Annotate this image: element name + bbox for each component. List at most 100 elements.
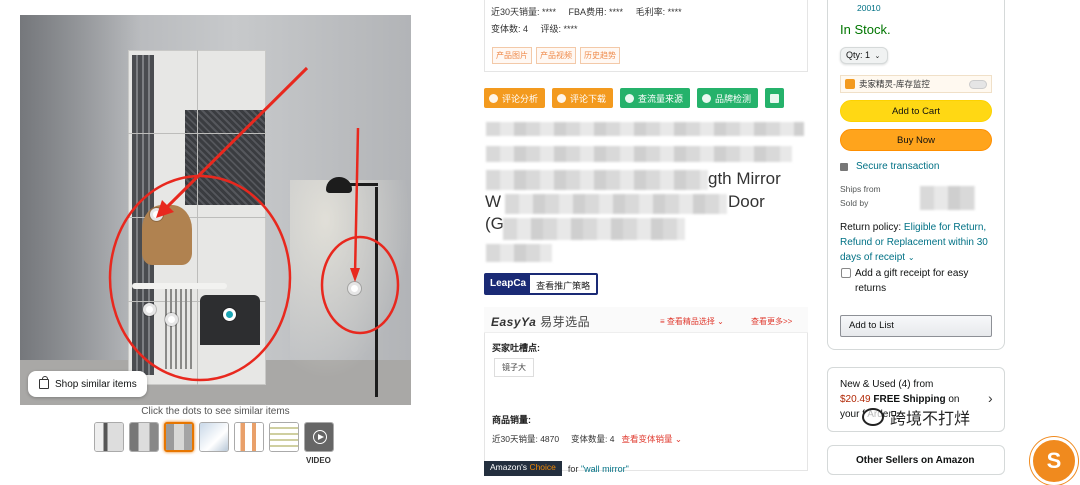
sales-title: 商品销量:: [492, 415, 531, 425]
variants-sales-link[interactable]: 查看变体销量 ⌄: [622, 434, 682, 444]
annotation-circle: [108, 174, 292, 382]
traffic-source-button[interactable]: 查流量来源: [620, 88, 691, 108]
gift-receipt-label: Add a gift receipt for easy returns: [855, 268, 969, 294]
stock-monitor-toggle[interactable]: 卖家精灵-库存监控: [840, 75, 992, 93]
traffic-icon: [625, 93, 635, 103]
chevron-down-icon: ⌄: [907, 253, 915, 262]
analysis-icon: [489, 93, 498, 103]
free-shipping: FREE Shipping: [873, 394, 946, 405]
tag-history-trend[interactable]: 历史趋势: [580, 47, 620, 64]
sold-by-label: Sold by: [840, 198, 869, 208]
return-policy: Return policy: Eligible for Return, Refu…: [840, 220, 998, 265]
thumbnail[interactable]: [199, 422, 229, 452]
chevron-down-icon: ⌄: [874, 53, 881, 60]
video-label: VIDEO: [306, 456, 331, 465]
amazons-choice-badge: Amazon's Choice: [484, 461, 562, 476]
complaint-chip[interactable]: 镜子大: [494, 358, 534, 377]
review-analysis-label: 评论分析: [502, 93, 539, 104]
add-to-cart-button[interactable]: Add to Cart: [840, 100, 992, 122]
thumbnail-selected[interactable]: [164, 422, 194, 452]
variants-value: 4: [609, 434, 615, 444]
choice-keyword-link[interactable]: "wall mirror": [581, 464, 629, 474]
traffic-source-label: 查流量来源: [638, 93, 684, 104]
thumbnail[interactable]: [269, 422, 299, 452]
review-download-label: 评论下载: [570, 93, 607, 104]
blurred-rating: [486, 244, 552, 262]
brand-check-button[interactable]: 品牌检测: [697, 88, 759, 108]
product-title-fragment: gth Mirror: [708, 169, 781, 188]
amazons-choice: Amazon's Choice for "wall mirror": [484, 461, 629, 476]
shop-similar-label: Shop similar items: [55, 378, 137, 390]
ships-from-label: Ships from: [840, 184, 881, 194]
toggle-switch[interactable]: [969, 79, 987, 89]
wechat-watermark: 跨境不打烊: [862, 405, 970, 429]
tag-product-video[interactable]: 产品视频: [536, 47, 576, 64]
brand-check-label: 品牌检测: [715, 93, 752, 104]
extension-tool-row: 评论分析 评论下载 查流量来源 品牌检测: [484, 88, 785, 108]
annotation-arrowhead: [350, 268, 360, 282]
stat-rating: 评级: ****: [540, 24, 578, 34]
product-title-fragment: W: [485, 192, 502, 211]
quantity-select[interactable]: Qty: 1 ⌄: [840, 47, 888, 64]
gift-receipt-option[interactable]: Add a gift receipt for easy returns: [841, 266, 991, 296]
blurred-title-line: [505, 194, 727, 214]
blurred-seller: [920, 186, 975, 210]
play-icon: [313, 430, 327, 444]
similar-items-hint: Click the dots to see similar items: [141, 406, 290, 417]
more-tools-button[interactable]: [765, 88, 785, 108]
easyya-logo-en: EasyYa: [491, 315, 537, 329]
buybox-top-code: 20010: [857, 3, 881, 13]
shopping-bag-icon: [39, 376, 49, 389]
tag-product-images[interactable]: 产品图片: [492, 47, 532, 64]
thumbnail[interactable]: [94, 422, 124, 452]
shipping-on: on: [948, 394, 960, 405]
used-price: $20.49: [840, 394, 871, 405]
review-download-button[interactable]: 评论下载: [552, 88, 614, 108]
stat-margin: 毛利率: ****: [635, 7, 682, 17]
stat-variants: 变体数: 4: [491, 24, 529, 34]
secure-transaction[interactable]: Secure transaction: [840, 161, 939, 172]
review-analysis-button[interactable]: 评论分析: [484, 88, 546, 108]
wechat-icon: [862, 408, 884, 426]
brand-logo-letter: S: [1046, 448, 1062, 473]
easyya-select-link[interactable]: ≡ 查看精品选择 ⌄: [660, 316, 724, 327]
gift-receipt-checkbox[interactable]: [841, 268, 851, 278]
sales-30d-value: 4870: [540, 434, 560, 444]
lock-icon: [840, 162, 848, 171]
other-sellers-title: Other Sellers on Amazon: [856, 455, 975, 466]
secure-transaction-label: Secure transaction: [856, 161, 940, 172]
easyya-more-link[interactable]: 查看更多>>: [751, 316, 792, 327]
blurred-title-line: [486, 146, 792, 162]
stock-status: In Stock.: [840, 22, 891, 37]
quantity-value: Qty: 1: [846, 50, 871, 60]
annotation-arrow: [353, 127, 360, 276]
stat-fba-fee: FBA费用: ****: [568, 7, 624, 17]
leapca-brand: LeapCa: [486, 275, 531, 293]
blurred-title-line: [486, 170, 708, 190]
watermark-text: 跨境不打烊: [890, 411, 971, 428]
leapca-badge[interactable]: LeapCa 查看推广策略: [484, 273, 599, 295]
brand-icon: [702, 93, 712, 103]
return-policy-label: Return policy:: [840, 222, 904, 233]
grid-icon: [770, 93, 780, 103]
easyya-logo: EasyYa 易芽选品: [491, 313, 590, 330]
download-icon: [557, 93, 567, 103]
leapca-text: 查看推广策略: [536, 281, 591, 291]
thumbnail[interactable]: [234, 422, 264, 452]
sales-30d-label: 近30天销量:: [492, 434, 538, 444]
stats-line-1: 近30天销量: **** FBA费用: **** 毛利率: ****: [491, 5, 692, 18]
new-used-count: New & Used (4) from: [840, 379, 934, 390]
stock-monitor-label: 卖家精灵-库存监控: [859, 79, 930, 89]
blurred-title-line: [486, 122, 804, 136]
thumbnail[interactable]: [129, 422, 159, 452]
choice-for: for: [567, 463, 579, 474]
video-thumbnail[interactable]: [304, 422, 334, 452]
chevron-right-icon[interactable]: ›: [988, 390, 993, 406]
shop-similar-button[interactable]: Shop similar items: [28, 371, 147, 397]
thumbnail-strip: [94, 422, 334, 452]
easyya-logo-cn: 易芽选品: [540, 315, 591, 329]
buy-now-button[interactable]: Buy Now: [840, 129, 992, 151]
complaints-title: 买家吐槽点:: [492, 343, 540, 353]
add-to-list-button[interactable]: Add to List: [840, 315, 992, 337]
blurred-title-line: [503, 218, 685, 240]
